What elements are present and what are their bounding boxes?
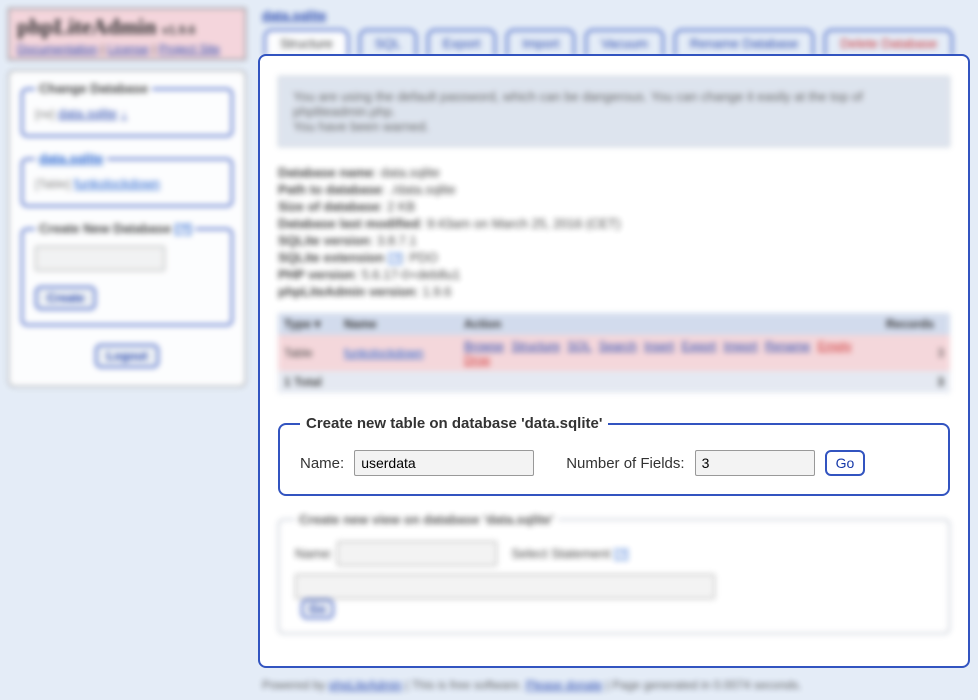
- action-import[interactable]: Import: [724, 339, 758, 353]
- tab-export[interactable]: Export: [427, 29, 497, 56]
- rw-label: [rw]: [35, 107, 54, 121]
- create-table-box: Create new table on database 'data.sqlit…: [278, 415, 950, 496]
- create-table-numfields-label: Number of Fields:: [566, 455, 684, 472]
- footer-donate-link[interactable]: Please donate: [526, 678, 603, 692]
- main-panel: You are using the default password, whic…: [258, 54, 970, 668]
- table-row: Table funkolockdown Browse Structure SQL…: [278, 335, 950, 371]
- app-title: phpLiteAdmin: [17, 14, 156, 39]
- table-total-row: 1 Total 3: [278, 371, 950, 393]
- tabs-bar: Structure SQL Export Import Vacuum Renam…: [264, 29, 970, 56]
- dbinfo-v-6: 5.6.17-0+deb8u1: [362, 267, 461, 282]
- database-tables-box: data.sqlite [Table] funkolockdown: [21, 151, 233, 207]
- link-license[interactable]: License: [108, 42, 149, 56]
- breadcrumb-db[interactable]: data.sqlite: [262, 8, 326, 23]
- dbinfo-v-4: 3.8.7.1: [377, 233, 417, 248]
- cell-actions: Browse Structure SQL Search Insert Expor…: [458, 335, 880, 371]
- dbinfo-k-0: Database name: [278, 165, 373, 180]
- dbinfo-k-6: PHP version: [278, 267, 354, 282]
- database-tables-legend[interactable]: data.sqlite: [39, 151, 103, 166]
- create-view-name-input[interactable]: [337, 541, 497, 566]
- warning-line2: You have been warned.: [293, 119, 935, 134]
- dbinfo-v-0: data.sqlite: [381, 165, 440, 180]
- action-empty[interactable]: Empty: [818, 339, 852, 353]
- create-table-name-label: Name:: [300, 455, 344, 472]
- table-link-funkolockdown[interactable]: funkolockdown: [74, 176, 160, 191]
- link-project-site[interactable]: Project Site: [159, 42, 220, 56]
- action-export[interactable]: Export: [681, 339, 716, 353]
- create-view-help-icon[interactable]: [?]: [614, 546, 628, 561]
- total-records: 3: [937, 375, 944, 389]
- dbinfo-v-5: PDO: [410, 250, 438, 265]
- action-drop[interactable]: Drop: [464, 353, 490, 367]
- dbinfo-v-7: 1.9.6: [422, 284, 451, 299]
- create-view-name-label: Name:: [295, 546, 333, 561]
- create-view-box: Create new view on database 'data.sqlite…: [278, 512, 950, 634]
- create-view-legend: Create new view on database 'data.sqlite…: [295, 512, 558, 527]
- warning-line1: You are using the default password, whic…: [293, 89, 935, 119]
- action-search[interactable]: Search: [599, 339, 637, 353]
- create-view-select-label: Select Statement: [511, 546, 610, 561]
- tab-vacuum[interactable]: Vacuum: [585, 29, 664, 56]
- change-database-box: Change Database [rw] data.sqlite ↓: [21, 81, 233, 137]
- dbinfo-v-1: ./data.sqlite: [389, 182, 456, 197]
- cell-type: Table: [278, 335, 338, 371]
- cell-records: 3: [880, 335, 950, 371]
- total-label: 1 Total: [284, 375, 322, 389]
- dbinfo-k-3: Database last modified: [278, 216, 420, 231]
- create-table-numfields-input[interactable]: [695, 450, 815, 476]
- action-browse[interactable]: Browse: [464, 339, 504, 353]
- dbinfo-k-2: Size of database: [278, 199, 380, 214]
- dbinfo-v-3: 9:43am on March 25, 2016 (CET): [427, 216, 621, 231]
- cell-name-link[interactable]: funkolockdown: [344, 346, 423, 360]
- action-insert[interactable]: Insert: [644, 339, 674, 353]
- th-name[interactable]: Name: [338, 313, 458, 335]
- tab-sql[interactable]: SQL: [359, 29, 417, 56]
- th-type[interactable]: Type ▾: [278, 313, 338, 335]
- db-arrow-icon[interactable]: ↓: [121, 106, 128, 121]
- create-database-input[interactable]: [35, 246, 165, 271]
- tab-structure[interactable]: Structure: [264, 29, 349, 56]
- create-table-go-button[interactable]: Go: [825, 450, 866, 476]
- create-database-help-icon[interactable]: [?]: [175, 221, 192, 236]
- create-database-legend: Create New Database: [39, 221, 171, 236]
- create-database-button[interactable]: Create: [35, 286, 96, 310]
- create-database-box: Create New Database [?] Create: [21, 221, 233, 326]
- db-link[interactable]: data.sqlite: [58, 106, 117, 121]
- dbinfo-k-5: SQLite extension: [278, 250, 384, 265]
- action-structure[interactable]: Structure: [511, 339, 560, 353]
- tables-grid: Type ▾ Name Action Records Table funkolo…: [278, 313, 950, 393]
- link-documentation[interactable]: Documentation: [17, 42, 98, 56]
- dbinfo-v-2: 2 KB: [387, 199, 415, 214]
- sidebar-card: Change Database [rw] data.sqlite ↓ data.…: [8, 70, 246, 387]
- create-table-name-input[interactable]: [354, 450, 534, 476]
- logo-box: phpLiteAdmin v1.9.6 Documentation | Lice…: [8, 8, 246, 60]
- footer: Powered by phpLiteAdmin | This is free s…: [262, 678, 966, 692]
- tab-rename-database[interactable]: Rename Database: [674, 29, 814, 56]
- table-prefix: [Table]: [35, 177, 70, 191]
- tab-delete-database[interactable]: Delete Database: [824, 29, 953, 56]
- dbinfo-k-1: Path to database: [278, 182, 382, 197]
- dbinfo-help-5[interactable]: [?]: [388, 250, 402, 265]
- logout-button[interactable]: Logout: [95, 344, 160, 368]
- dbinfo-k-7: phpLiteAdmin version: [278, 284, 415, 299]
- warning-box: You are using the default password, whic…: [278, 76, 950, 147]
- database-info: Database name: data.sqlite Path to datab…: [278, 165, 950, 299]
- dbinfo-k-4: SQLite version: [278, 233, 370, 248]
- th-action: Action: [458, 313, 880, 335]
- app-version: v1.9.6: [162, 23, 195, 37]
- create-view-select-input[interactable]: [295, 574, 715, 599]
- th-records[interactable]: Records: [880, 313, 950, 335]
- action-sql[interactable]: SQL: [567, 339, 591, 353]
- action-rename[interactable]: Rename: [765, 339, 810, 353]
- create-view-go-button[interactable]: Go: [301, 599, 334, 619]
- tab-import[interactable]: Import: [506, 29, 575, 56]
- change-database-legend: Change Database: [35, 81, 152, 96]
- footer-pla-link[interactable]: phpLiteAdmin: [329, 678, 402, 692]
- create-table-legend: Create new table on database 'data.sqlit…: [300, 415, 608, 432]
